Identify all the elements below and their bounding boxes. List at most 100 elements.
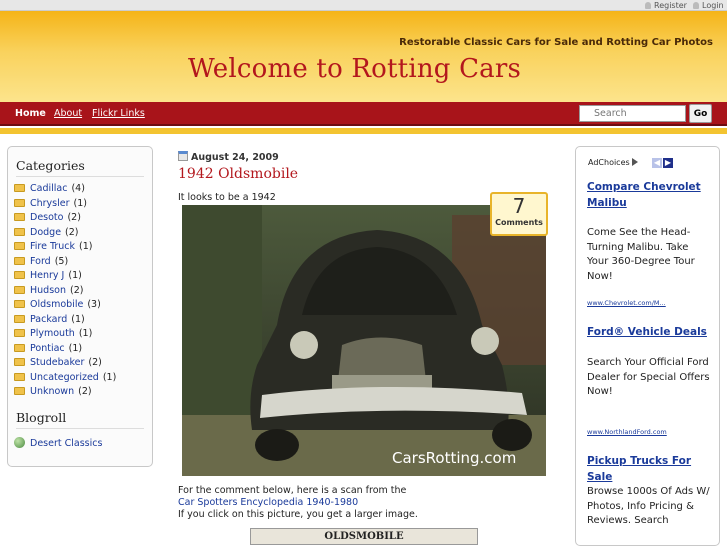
- ad-2-title[interactable]: Ford® Vehicle Deals: [587, 324, 712, 340]
- category-item: Uncategorized (1): [14, 372, 116, 383]
- folder-icon: [14, 314, 25, 323]
- post-line-1: For the comment below, here is a scan fr…: [178, 485, 407, 496]
- next-ad-arrow-icon[interactable]: ▶: [663, 158, 673, 168]
- category-link[interactable]: Hudson: [30, 285, 66, 296]
- category-item: Plymouth (1): [14, 328, 92, 339]
- category-count: (2): [78, 386, 92, 397]
- folder-icon: [14, 387, 25, 395]
- search-go-button[interactable]: Go: [689, 104, 712, 123]
- category-count: (2): [65, 226, 79, 238]
- category-link[interactable]: Packard: [30, 314, 67, 325]
- category-item: Ford (5): [14, 256, 68, 267]
- ad-1-url[interactable]: www.Chevrolet.com/M...: [587, 299, 666, 307]
- category-link[interactable]: Oldsmobile: [30, 299, 83, 310]
- category-link[interactable]: Ford: [30, 256, 51, 267]
- user-icon: [693, 2, 699, 9]
- category-link[interactable]: Plymouth: [30, 328, 75, 339]
- adchoices-icon: [631, 158, 638, 166]
- header-divider: [0, 128, 727, 134]
- category-link[interactable]: Pontiac: [30, 343, 65, 354]
- photo-watermark: CarsRotting.com: [392, 449, 517, 467]
- folder-icon: [14, 300, 25, 308]
- post-intro: It looks to be a 1942: [178, 192, 276, 203]
- blogroll-item: Desert Classics: [14, 437, 102, 449]
- category-count: (1): [78, 328, 93, 339]
- nav-about[interactable]: About: [54, 108, 82, 119]
- category-link[interactable]: Uncategorized: [30, 372, 99, 383]
- blogroll-link-desert-classics[interactable]: Desert Classics: [30, 438, 102, 449]
- category-link[interactable]: Henry J: [30, 270, 64, 281]
- register-label: Register: [654, 1, 687, 10]
- calendar-icon: [178, 151, 188, 161]
- site-title[interactable]: Welcome to Rotting Cars: [188, 54, 521, 84]
- category-item: Fire Truck (1): [14, 241, 93, 252]
- categories-heading: Categories: [16, 158, 144, 177]
- comments-bubble[interactable]: 7 Comments: [490, 192, 548, 236]
- category-item: Desoto (2): [14, 212, 81, 223]
- top-utility-bar: Register Login: [0, 0, 727, 11]
- folder-icon: [14, 256, 25, 265]
- category-link[interactable]: Desoto: [30, 212, 63, 223]
- category-count: (2): [88, 357, 102, 368]
- folder-icon: [14, 343, 25, 352]
- ad-1-title[interactable]: Compare Chevrolet Malibu: [587, 179, 712, 211]
- category-count: (2): [69, 284, 84, 296]
- category-item: Packard (1): [14, 314, 85, 325]
- category-item: Unknown (2): [14, 386, 92, 397]
- site-header: Restorable Classic Cars for Sale and Rot…: [0, 11, 727, 102]
- category-link[interactable]: Cadillac: [30, 183, 67, 194]
- folder-icon: [14, 198, 25, 207]
- post-line-3: If you click on this picture, you get a …: [178, 509, 418, 520]
- post-title[interactable]: 1942 Oldsmobile: [178, 166, 298, 182]
- left-sidebar: Categories Cadillac (4) Chrysler (1) Desoto(…: [7, 146, 153, 467]
- scan-label: OLDSMOBILE: [324, 531, 404, 542]
- category-count: (5): [54, 255, 69, 267]
- post-date: August 24, 2009: [178, 151, 279, 163]
- ad-3-title[interactable]: Pickup Trucks For Sale: [587, 453, 712, 485]
- folder-icon: [14, 372, 25, 381]
- folder-icon: [14, 184, 25, 192]
- adchoices-label: AdChoices: [588, 158, 630, 167]
- folder-icon: [14, 242, 25, 250]
- category-link[interactable]: Chrysler: [30, 198, 70, 209]
- prev-ad-arrow-icon[interactable]: ◀: [652, 158, 662, 168]
- site-tagline: Restorable Classic Cars for Sale and Rot…: [399, 37, 713, 48]
- blogroll-heading: Blogroll: [16, 410, 144, 429]
- nav-flickr-links[interactable]: Flickr Links: [92, 108, 145, 119]
- category-item: Chrysler (1): [14, 198, 87, 209]
- search-input[interactable]: [579, 105, 686, 122]
- globe-icon: [14, 437, 25, 448]
- category-count: (1): [102, 371, 117, 383]
- category-item: Oldsmobile (3): [14, 299, 101, 310]
- category-count: (2): [67, 212, 81, 223]
- login-link[interactable]: Login: [693, 0, 724, 11]
- category-count: (3): [87, 299, 101, 310]
- category-link[interactable]: Studebaker: [30, 357, 84, 368]
- encyclopedia-scan-image[interactable]: OLDSMOBILE: [250, 528, 478, 545]
- folder-icon: [14, 227, 25, 236]
- adchoices-link[interactable]: AdChoices: [588, 158, 638, 167]
- encyclopedia-link[interactable]: Car Spotters Encyclopedia 1940-1980: [178, 497, 358, 508]
- category-link[interactable]: Dodge: [30, 227, 61, 238]
- category-item: Studebaker (2): [14, 357, 102, 368]
- category-count: (1): [68, 270, 82, 281]
- ad-2-body: Search Your Official Ford Dealer for Spe…: [587, 357, 710, 397]
- category-count: (1): [71, 313, 85, 325]
- login-label: Login: [702, 1, 724, 10]
- right-sidebar-ads: AdChoices ◀ ▶ Compare Chevrolet Malibu C…: [575, 146, 720, 546]
- comments-count: 7: [512, 194, 526, 218]
- car-photo[interactable]: CarsRotting.com: [182, 205, 546, 476]
- car-photo-graphic: [182, 205, 546, 476]
- folder-icon: [14, 329, 25, 337]
- folder-icon: [14, 213, 25, 221]
- category-item: Henry J (1): [14, 270, 82, 281]
- ad-2-url[interactable]: www.NorthlandFord.com: [587, 428, 667, 436]
- register-link[interactable]: Register: [645, 0, 687, 11]
- nav-home[interactable]: Home: [15, 108, 46, 119]
- category-item: Cadillac (4): [14, 183, 85, 194]
- folder-icon: [14, 285, 25, 294]
- category-item: Pontiac (1): [14, 343, 82, 354]
- category-link[interactable]: Unknown: [30, 386, 74, 397]
- comments-label: Comments: [495, 218, 543, 227]
- category-link[interactable]: Fire Truck: [30, 241, 75, 252]
